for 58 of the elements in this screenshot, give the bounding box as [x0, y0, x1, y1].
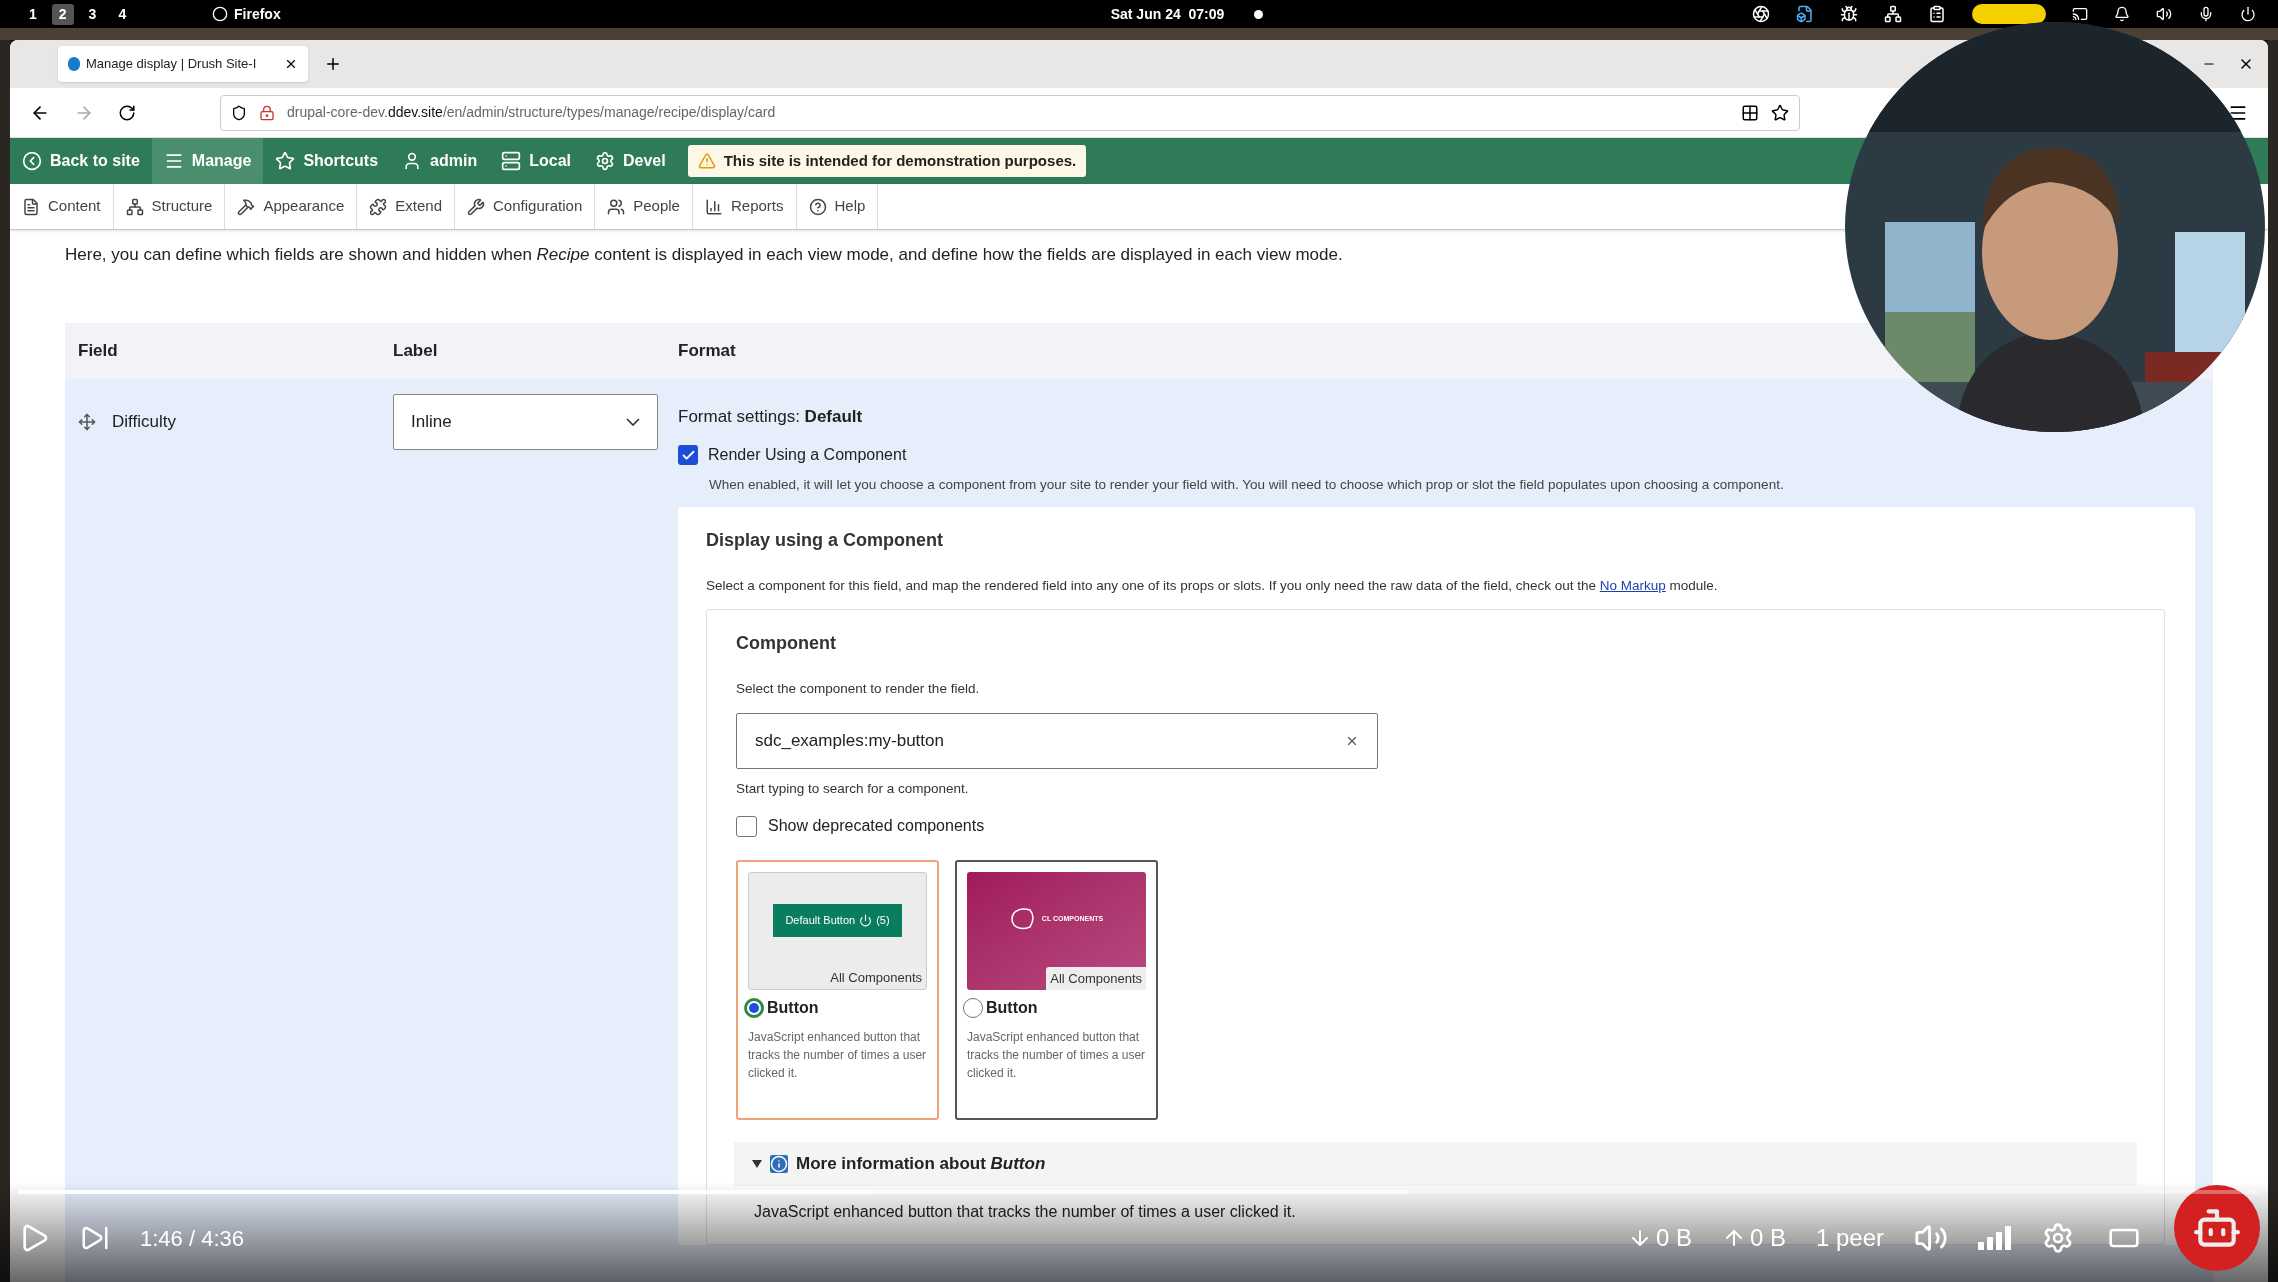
demo-notice: This site is intended for demonstration purposes. [687, 145, 1087, 177]
address-bar[interactable]: drupal-core-dev.ddev.site/en/admin/structure/types/manage/recipe/display/card [220, 94, 1800, 131]
upload-amount: 0 B [1749, 1223, 1786, 1253]
tray-item[interactable]: Reports [692, 184, 797, 229]
download-amount: 0 B [1655, 1223, 1692, 1253]
workspace-button[interactable]: 2 [51, 3, 74, 25]
workspace-button[interactable]: 4 [111, 3, 134, 25]
tray-item[interactable]: Extend [357, 184, 455, 229]
url-text: drupal-core-dev.ddev.site/en/admin/structure/types/manage/recipe/display/card [287, 103, 776, 122]
tray-item[interactable]: Appearance [225, 184, 358, 229]
column-header: Format [678, 339, 737, 362]
checkbox-label: Render Using a Component [708, 445, 907, 465]
preview-button: Default Button (5) [773, 904, 902, 937]
peer-count: 1 peer [1815, 1223, 1884, 1253]
page-description: Here, you can define which fields are shown and hidden when Recipe content is displayed in each view mode, and define how the fields are displayed in each view mode. [65, 244, 1344, 266]
more-info-bar[interactable]: More information about Button [734, 1142, 2137, 1186]
panel-title: Display using a Component [706, 529, 945, 553]
tray-item[interactable]: Configuration [455, 184, 596, 229]
field-value: sdc_examples:my-button [755, 730, 944, 752]
column-header: Label [393, 339, 439, 362]
card-title: Button [986, 998, 1038, 1018]
field-name: Difficulty [112, 410, 176, 433]
checkbox-label: Show deprecated components [768, 816, 985, 836]
app-name: Firefox [234, 4, 281, 24]
component-card[interactable]: Default Button (5) All Components Button JavaScript enhanced button that tracks the number of times a user clicked it. [736, 860, 939, 1120]
category-label: All Components [1046, 966, 1146, 990]
card-title: Button [767, 998, 819, 1018]
toolbar-item[interactable]: Local [489, 138, 583, 184]
more-info-text: JavaScript enhanced button that tracks the number of times a user clicked it. [754, 1202, 1297, 1222]
tray-item[interactable]: Structure [113, 184, 226, 229]
section-help: Select the component to render the field. [736, 679, 981, 698]
help-text: When enabled, it will let you choose a component from your site to render your field with. You will need to choose which prop or slot the field populates upon choosing a component. [709, 476, 1785, 494]
more-info-title: More information about Button [796, 1153, 1046, 1176]
component-search-field[interactable]: sdc_examples:my-button [736, 712, 1378, 769]
label-select[interactable]: Inline [393, 393, 658, 450]
no-markup-link[interactable]: No Markup [1599, 578, 1666, 594]
toolbar-item[interactable]: Back to site [10, 138, 152, 184]
tray-item[interactable]: Content [10, 184, 114, 229]
card-description: JavaScript enhanced button that tracks the number of times a user clicked it. [748, 1029, 927, 1082]
clock[interactable]: Sat Jun 24 07:09 [1110, 3, 1225, 25]
category-label: All Components [829, 968, 923, 987]
field-hint: Start typing to search for a component. [736, 779, 970, 798]
column-header: Field [78, 339, 119, 362]
toolbar-item[interactable]: Devel [583, 138, 678, 184]
tray-item[interactable]: Help [796, 184, 879, 229]
format-settings: Format settings: Default [678, 405, 864, 428]
workspace-button[interactable]: 1 [22, 3, 44, 25]
tray-item[interactable]: People [595, 184, 693, 229]
toolbar-item[interactable]: admin [390, 138, 490, 184]
toolbar-item[interactable]: Shortcuts [263, 138, 391, 184]
browser-tab[interactable]: Manage display | Drush Site-I [58, 46, 308, 82]
card-description: JavaScript enhanced button that tracks the number of times a user clicked it. [967, 1029, 1146, 1082]
workspace-button[interactable]: 3 [81, 3, 104, 25]
panel-description: Select a component for this field, and map the rendered field into any one of its props or slots. If you only need the raw data of the field, check out the No Markup module. [706, 577, 1719, 596]
time-display: 1:46 / 4:36 [140, 1224, 244, 1253]
section-title: Component [736, 631, 837, 655]
tab-title: Manage display | Drush Site-I [86, 55, 257, 74]
toolbar-item[interactable]: Manage [151, 138, 264, 184]
